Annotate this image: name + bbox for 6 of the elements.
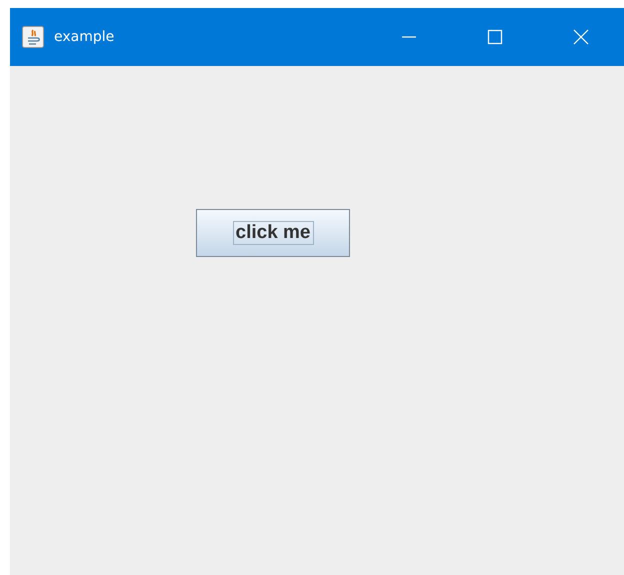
click-me-button[interactable]: click me <box>196 209 350 257</box>
close-icon <box>573 29 589 45</box>
minimize-icon <box>401 36 417 38</box>
maximize-icon <box>487 29 503 45</box>
app-icon <box>22 26 44 48</box>
window-title: example <box>54 28 114 46</box>
